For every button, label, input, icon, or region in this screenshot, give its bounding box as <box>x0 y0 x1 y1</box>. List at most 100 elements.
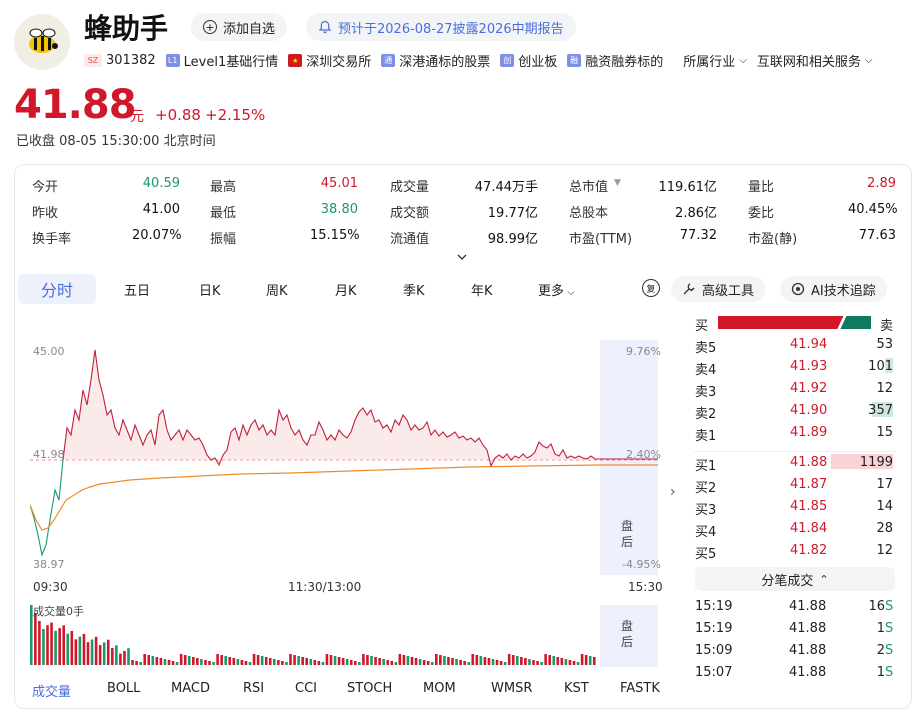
volume-bar <box>471 654 475 665</box>
volume-bar <box>552 656 556 665</box>
tab-5day[interactable]: 五日 <box>124 280 150 299</box>
volume-bar <box>135 661 138 665</box>
volume-bar <box>345 659 349 665</box>
volume-bar <box>232 658 236 665</box>
volume-bar <box>264 657 268 665</box>
buy-ratio-fill <box>718 316 844 329</box>
tab-intraday[interactable]: 分时 <box>18 274 96 304</box>
stock-logo <box>14 14 70 70</box>
volume-bar <box>422 660 426 665</box>
volume-bar <box>90 639 94 665</box>
volume-bar <box>341 658 345 665</box>
volume-bar <box>183 655 187 665</box>
tab-quarterly-k[interactable]: 季K <box>403 280 425 299</box>
trade-time: 15:09 <box>695 643 733 658</box>
indicator-4[interactable]: CCI <box>295 681 317 696</box>
indicator-8[interactable]: KST <box>564 681 589 696</box>
chevron-right-icon[interactable]: › <box>670 484 676 500</box>
volume-bar <box>256 655 260 665</box>
trade-price: 41.88 <box>789 621 827 636</box>
trade-vol: 2 <box>876 643 885 658</box>
volume-bar <box>115 645 118 665</box>
volume-bar <box>511 655 515 665</box>
orderbook-label: 买3 <box>695 503 717 518</box>
bee-logo-icon <box>29 28 58 53</box>
indicator-3[interactable]: RSI <box>243 681 264 696</box>
margin-label: 融资融券标的 <box>585 55 664 70</box>
indicator-7[interactable]: WMSR <box>491 681 532 696</box>
add-watchlist-button[interactable]: + 添加自选 <box>191 13 288 41</box>
volume-bar <box>62 625 65 665</box>
volume-bar <box>576 662 580 665</box>
margin-tag[interactable]: 融融资融券标的 <box>567 51 663 70</box>
volume-bar <box>273 659 276 665</box>
volume-bar <box>495 660 499 665</box>
orderbook-vol: 357 <box>868 403 893 418</box>
intraday-chart[interactable] <box>30 340 660 675</box>
volume-bar <box>82 633 86 665</box>
volume-bar <box>366 655 369 665</box>
quote-value: 98.99亿 <box>487 232 538 247</box>
indicator-6[interactable]: MOM <box>423 681 456 696</box>
volume-bar <box>70 631 74 665</box>
volume-bar <box>86 642 90 665</box>
volume-bar <box>313 660 317 665</box>
industry-tag[interactable]: 互联网和相关服务 ⌵ <box>757 51 873 70</box>
tab-weekly-k[interactable]: 周K <box>266 280 288 299</box>
volume-label: 成交量0手 <box>33 605 84 618</box>
industry-dropdown[interactable]: 所属行业 ⌵ <box>683 51 747 70</box>
orderbook-vol: 28 <box>876 521 893 536</box>
quote-label: 成交量 <box>390 180 430 195</box>
indicator-2[interactable]: MACD <box>171 681 210 696</box>
adjust-icon[interactable]: 复 <box>642 279 660 297</box>
price-area <box>63 350 598 466</box>
volume-bar <box>333 656 337 665</box>
quote-value: 2.89 <box>867 176 896 191</box>
volume-bar <box>50 622 53 665</box>
chinext-tag[interactable]: 创创业板 <box>500 51 557 70</box>
trade-details-toggle[interactable]: 分笔成交 ⌃ <box>695 567 895 591</box>
indicator-1[interactable]: BOLL <box>107 681 140 696</box>
orderbook-vol: 14 <box>876 499 893 514</box>
volume-bar <box>374 657 377 665</box>
report-notice[interactable]: 预计于2026-08-27披露2026中期报告 <box>306 13 576 41</box>
volume-bar <box>220 655 223 665</box>
tab-daily-k[interactable]: 日K <box>199 280 221 299</box>
orderbook-price: 41.88 <box>790 455 828 470</box>
advanced-tools-button[interactable]: 高级工具 <box>671 276 766 302</box>
expand-chevron-icon[interactable] <box>456 252 468 262</box>
level1-tag[interactable]: L1 Level1基础行情 <box>165 51 278 70</box>
ai-tracking-button[interactable]: AI技术追踪 <box>780 276 887 302</box>
china-flag-icon: ★ <box>288 54 303 67</box>
trade-side: S <box>885 599 894 614</box>
volume-bar <box>58 628 61 665</box>
sell-ratio-label: 卖 <box>880 319 894 334</box>
advanced-tools-label: 高级工具 <box>702 283 755 299</box>
volume-bar <box>277 660 280 665</box>
volume-bar <box>584 655 588 665</box>
volume-bar <box>301 657 304 665</box>
report-notice-text: 预计于2026-08-27披露2026中期报告 <box>338 21 564 37</box>
indicator-5[interactable]: STOCH <box>347 681 392 696</box>
caret-down-icon[interactable]: ▼ <box>614 178 621 188</box>
tab-yearly-k[interactable]: 年K <box>471 280 493 299</box>
volume-bar <box>297 656 300 665</box>
indicator-9[interactable]: FASTK <box>620 681 660 696</box>
tab-monthly-k[interactable]: 月K <box>335 280 357 299</box>
volume-bar <box>285 662 288 665</box>
exchange-tag[interactable]: ★ 深圳交易所 <box>288 51 371 70</box>
buy-ratio-label: 买 <box>695 319 709 334</box>
volume-bar <box>119 653 122 665</box>
orderbook-price: 41.90 <box>790 403 828 418</box>
quote-label: 最高 <box>210 180 237 195</box>
tab-more[interactable]: 更多 ⌵ <box>538 280 575 299</box>
pct-axis-mid: 2.40% <box>626 448 661 461</box>
market-status: 已收盘 08-05 15:30:00 北京时间 <box>16 130 216 149</box>
volume-bar <box>370 656 373 665</box>
orderbook-label: 卖5 <box>695 341 717 356</box>
volume-bar <box>78 636 82 665</box>
volume-bar <box>163 659 167 665</box>
indicator-0[interactable]: 成交量 <box>32 681 71 700</box>
price-change-percent: +2.15% <box>205 106 266 124</box>
hk-connect-tag[interactable]: 通深港通标的股票 <box>381 51 490 70</box>
